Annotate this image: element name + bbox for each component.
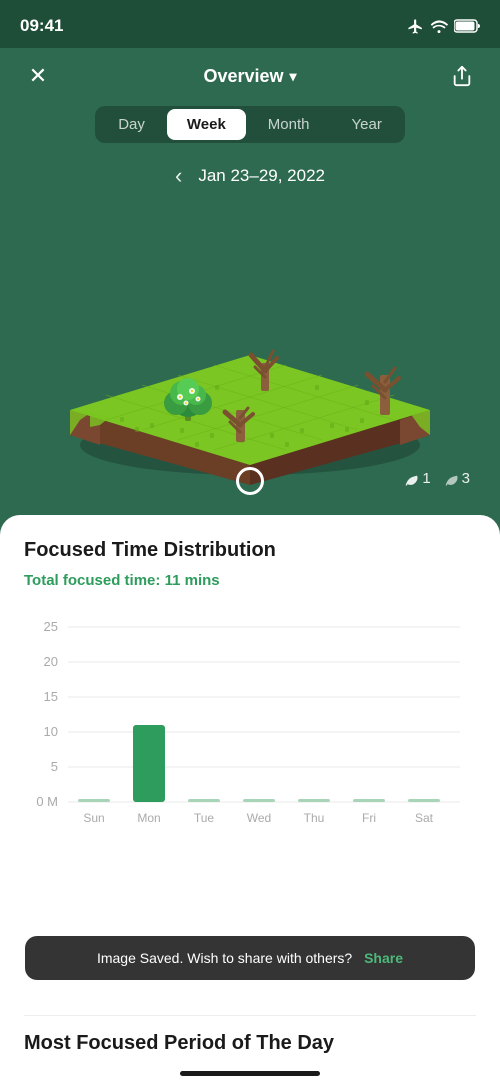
leaf-alive-icon (403, 471, 419, 487)
toast-share-button[interactable]: Share (364, 950, 403, 966)
alive-plant-count: 1 (403, 470, 430, 487)
focused-time-title: Focused Time Distribution (24, 539, 476, 562)
svg-text:Tue: Tue (194, 811, 215, 825)
svg-text:0 M: 0 M (36, 794, 58, 809)
svg-text:5: 5 (51, 759, 58, 774)
garden-illustration (40, 225, 460, 505)
page-indicator (236, 467, 264, 495)
airplane-icon (407, 18, 424, 35)
tab-month[interactable]: Month (248, 109, 330, 140)
most-focused-title: Most Focused Period of The Day (24, 1015, 476, 1063)
garden-scene: 1 3 (0, 205, 500, 515)
wifi-icon (430, 19, 448, 33)
header-title: Overview ▾ (203, 66, 296, 87)
header: ✕ Overview ▾ (0, 48, 500, 106)
svg-text:25: 25 (44, 619, 58, 634)
tab-week[interactable]: Week (167, 109, 246, 140)
garden-canvas (40, 225, 460, 505)
chevron-down-icon: ▾ (290, 68, 297, 85)
toast-notification: Image Saved. Wish to share with others? … (25, 936, 475, 980)
status-time: 09:41 (20, 16, 63, 36)
share-icon (451, 65, 473, 87)
total-focused-time: Total focused time: 11 mins (24, 572, 476, 589)
battery-icon (454, 19, 480, 33)
focused-time-value: 11 (165, 572, 181, 589)
bar-chart: 25 20 15 10 5 0 M (24, 609, 476, 829)
svg-text:10: 10 (44, 724, 58, 739)
date-navigation: ‹ Jan 23–29, 2022 (0, 155, 500, 205)
chart-svg: 25 20 15 10 5 0 M (24, 609, 476, 829)
status-bar: 09:41 (0, 0, 500, 48)
svg-text:20: 20 (44, 654, 58, 669)
svg-text:Wed: Wed (247, 811, 271, 825)
tab-year[interactable]: Year (332, 109, 402, 140)
date-range: Jan 23–29, 2022 (198, 166, 325, 186)
svg-text:Fri: Fri (362, 811, 376, 825)
share-button[interactable] (444, 58, 480, 94)
svg-text:Mon: Mon (137, 811, 160, 825)
svg-text:Sun: Sun (83, 811, 104, 825)
prev-date-button[interactable]: ‹ (175, 163, 182, 189)
tab-bar: Day Week Month Year (0, 106, 500, 155)
leaf-dead-icon (443, 471, 459, 487)
status-icons (407, 18, 480, 35)
plant-counters: 1 3 (403, 470, 470, 487)
tab-bar-inner: Day Week Month Year (95, 106, 405, 143)
tab-day[interactable]: Day (98, 109, 165, 140)
svg-text:Sat: Sat (415, 811, 434, 825)
close-button[interactable]: ✕ (20, 58, 56, 94)
home-indicator-area (0, 1063, 500, 1092)
most-focused-section: Most Focused Period of The Day (0, 1015, 500, 1063)
svg-text:15: 15 (44, 689, 58, 704)
svg-text:Thu: Thu (304, 811, 325, 825)
home-indicator-bar (180, 1071, 320, 1076)
toast-message: Image Saved. Wish to share with others? (97, 950, 352, 966)
dead-plant-count: 3 (443, 470, 470, 487)
